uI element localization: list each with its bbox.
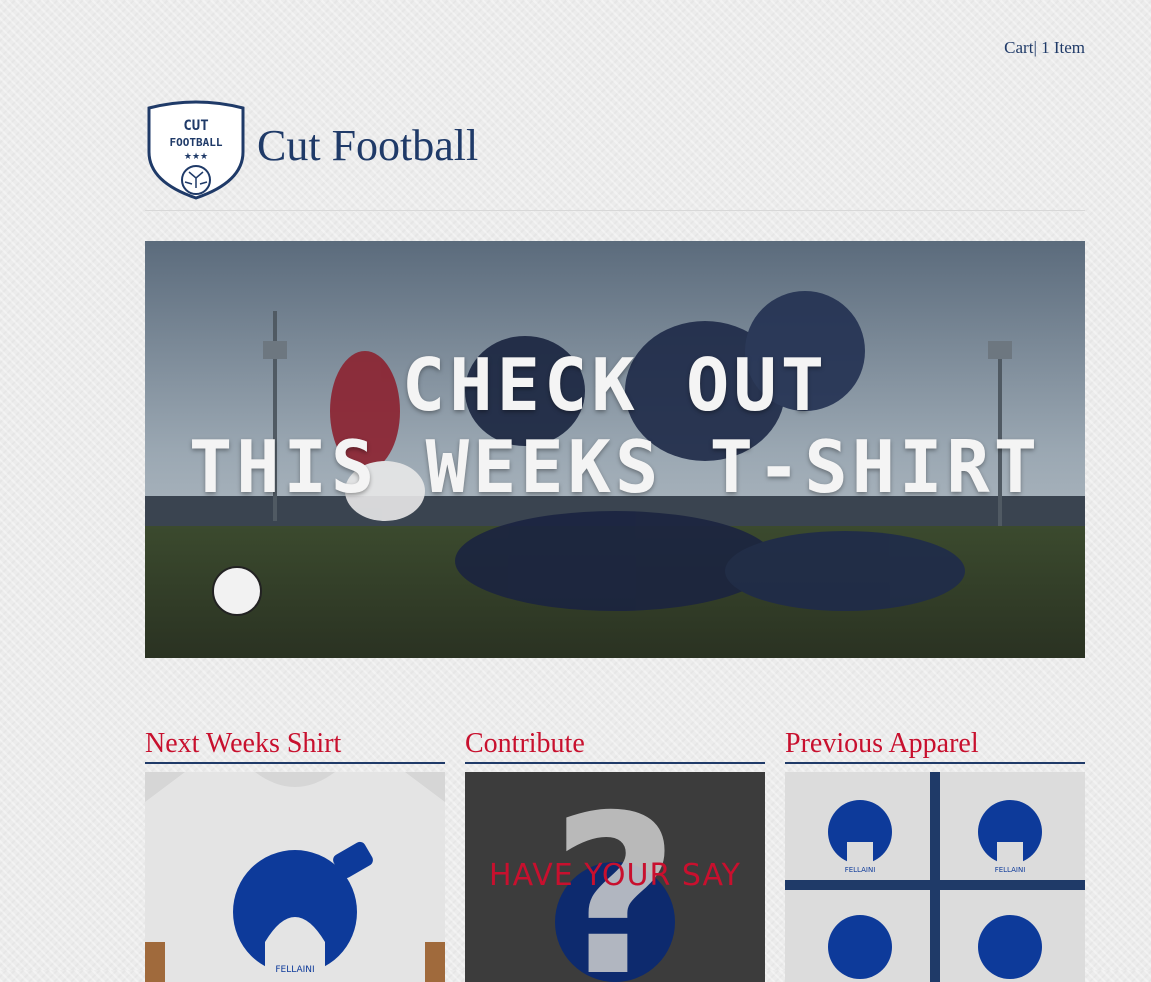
next-weeks-shirt-section: Next Weeks Shirt FELLAINI: [145, 728, 445, 982]
hero-banner[interactable]: CHECK OUT THIS WEEKS T-SHIRT: [145, 241, 1085, 658]
cart-count[interactable]: 1 Item: [1041, 38, 1085, 57]
cart-separator: |: [1033, 38, 1037, 57]
logo-line2: FOOTBALL: [170, 136, 223, 149]
contribute-section: Contribute ? HAVE YOUR SAY: [465, 728, 765, 982]
football-icon: [181, 165, 211, 195]
previous-apparel-section: Previous Apparel FELLAINI FELLAINI: [785, 728, 1085, 982]
hero-headline-line2: THIS WEEKS T-SHIRT: [188, 425, 1042, 509]
section-title[interactable]: Next Weeks Shirt: [145, 728, 445, 764]
contribute-thumbnail[interactable]: ? HAVE YOUR SAY: [465, 772, 765, 982]
previous-apparel-thumbnail[interactable]: FELLAINI FELLAINI: [785, 772, 1085, 982]
site-header: CUT FOOTBALL ★★★ Cut Football: [145, 100, 1085, 211]
next-shirt-thumbnail[interactable]: FELLAINI: [145, 772, 445, 982]
logo-stars: ★★★: [184, 152, 208, 162]
have-your-say-text: HAVE YOUR SAY: [489, 858, 741, 893]
cart-label[interactable]: Cart: [1004, 38, 1033, 57]
site-title[interactable]: Cut Football: [257, 120, 478, 171]
club-crest-logo[interactable]: CUT FOOTBALL ★★★: [145, 100, 247, 200]
section-title[interactable]: Previous Apparel: [785, 728, 1085, 764]
shirt-caption: FELLAINI: [275, 965, 314, 975]
cart-link[interactable]: Cart| 1 Item: [1004, 38, 1085, 58]
logo-line1: CUT: [183, 118, 208, 134]
section-title[interactable]: Contribute: [465, 728, 765, 764]
apparel-caption: FELLAINI: [995, 866, 1026, 874]
soccer-ball-icon: [212, 566, 262, 616]
apparel-caption: FELLAINI: [845, 866, 876, 874]
hero-headline-line1: CHECK OUT: [401, 343, 829, 427]
